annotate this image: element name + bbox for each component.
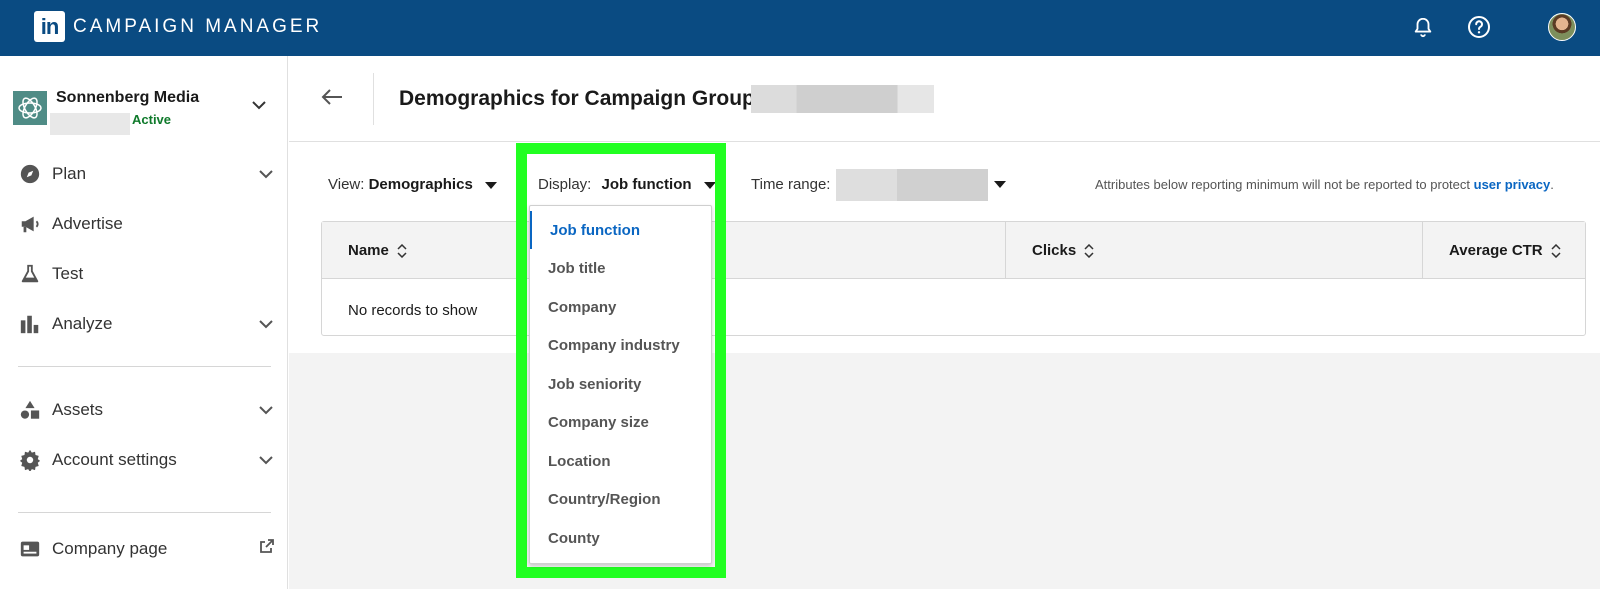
column-header-average-ctr[interactable]: Average CTR bbox=[1449, 242, 1561, 259]
external-link-icon[interactable] bbox=[260, 539, 274, 558]
sidebar-item-test[interactable]: Test bbox=[18, 258, 274, 290]
dropdown-option-company-industry[interactable]: Company industry bbox=[530, 326, 711, 364]
sidebar: Sonnenberg Media Active Plan Advertise T… bbox=[0, 56, 288, 589]
empty-state-text: No records to show bbox=[348, 302, 478, 319]
header-divider bbox=[373, 73, 374, 125]
app-title: CAMPAIGN MANAGER bbox=[73, 16, 323, 37]
time-range-selector[interactable] bbox=[836, 169, 988, 201]
column-header-name[interactable]: Name bbox=[348, 242, 407, 259]
view-label: View: bbox=[328, 176, 365, 193]
table-header: Name Clicks Average CTR bbox=[322, 222, 1585, 279]
time-range-label: Time range: bbox=[751, 176, 831, 193]
column-label: Average CTR bbox=[1449, 242, 1543, 259]
dropdown-option-job-title[interactable]: Job title bbox=[530, 249, 711, 287]
display-dropdown-menu: Job function Job title Company Company i… bbox=[529, 205, 712, 564]
gear-icon bbox=[18, 448, 42, 472]
logo-text: in bbox=[40, 13, 60, 39]
dropdown-option-country-region[interactable]: Country/Region bbox=[530, 480, 711, 518]
sidebar-item-label: Assets bbox=[52, 400, 104, 419]
avatar[interactable] bbox=[1548, 13, 1576, 41]
dropdown-option-company-size[interactable]: Company size bbox=[530, 403, 711, 441]
linkedin-logo[interactable]: in bbox=[34, 11, 65, 42]
sidebar-item-analyze[interactable]: Analyze bbox=[18, 308, 274, 340]
demographics-table: Name Clicks Average CTR No records to sh… bbox=[321, 221, 1586, 336]
sidebar-item-plan[interactable]: Plan bbox=[18, 158, 274, 190]
bell-icon[interactable] bbox=[1410, 14, 1436, 40]
page-title: Demographics for Campaign Group: bbox=[399, 87, 762, 110]
sidebar-item-label: Account settings bbox=[52, 450, 177, 469]
user-privacy-link[interactable]: user privacy bbox=[1474, 177, 1551, 192]
account-status: Active bbox=[132, 112, 172, 127]
top-bar: in CAMPAIGN MANAGER bbox=[0, 0, 1600, 56]
account-id-redacted bbox=[50, 113, 130, 135]
back-button[interactable] bbox=[317, 82, 347, 112]
chevron-down-icon[interactable] bbox=[258, 402, 274, 420]
sidebar-item-advertise[interactable]: Advertise bbox=[18, 208, 274, 240]
sidebar-item-label: Company page bbox=[52, 539, 168, 558]
column-header-clicks[interactable]: Clicks bbox=[1032, 242, 1094, 259]
account-logo bbox=[13, 91, 47, 125]
sidebar-item-label: Plan bbox=[52, 164, 87, 183]
sort-icon bbox=[1551, 244, 1561, 259]
view-selector[interactable]: View: Demographics bbox=[328, 176, 497, 193]
company-page-icon bbox=[18, 537, 42, 561]
flask-icon bbox=[18, 262, 42, 286]
content-background bbox=[289, 353, 1600, 589]
page-header: Demographics for Campaign Group: bbox=[289, 56, 1600, 142]
column-label: Clicks bbox=[1032, 242, 1077, 259]
help-icon[interactable] bbox=[1466, 14, 1492, 40]
caret-down-icon[interactable] bbox=[994, 181, 1006, 188]
dropdown-option-location[interactable]: Location bbox=[530, 442, 711, 480]
arrow-left-icon bbox=[321, 89, 342, 105]
period: . bbox=[1550, 177, 1554, 192]
dropdown-option-job-function[interactable]: Job function bbox=[530, 211, 711, 249]
chevron-down-icon[interactable] bbox=[258, 316, 274, 334]
dropdown-option-company[interactable]: Company bbox=[530, 288, 711, 326]
compass-icon bbox=[18, 162, 42, 186]
sort-icon bbox=[1084, 244, 1094, 259]
column-divider bbox=[1005, 222, 1006, 279]
campaign-group-name-redacted bbox=[751, 85, 934, 113]
bar-chart-icon bbox=[18, 312, 42, 336]
column-label: Name bbox=[348, 242, 389, 259]
sort-icon bbox=[397, 244, 407, 259]
megaphone-icon bbox=[18, 212, 42, 236]
view-value: Demographics bbox=[368, 176, 473, 193]
sidebar-item-company-page[interactable]: Company page bbox=[18, 533, 274, 565]
chevron-down-icon[interactable] bbox=[258, 166, 274, 184]
account-name[interactable]: Sonnenberg Media bbox=[56, 89, 199, 107]
sidebar-divider bbox=[18, 366, 271, 367]
sidebar-item-account-settings[interactable]: Account settings bbox=[18, 444, 274, 476]
sidebar-item-label: Advertise bbox=[52, 214, 123, 233]
sidebar-item-assets[interactable]: Assets bbox=[18, 394, 274, 426]
dropdown-option-job-seniority[interactable]: Job seniority bbox=[530, 365, 711, 403]
sidebar-item-label: Analyze bbox=[52, 314, 113, 333]
shapes-icon bbox=[18, 398, 42, 422]
caret-down-icon bbox=[484, 181, 497, 189]
column-divider bbox=[1422, 222, 1423, 279]
sidebar-item-label: Test bbox=[52, 264, 84, 283]
filter-bar: View: Demographics Display: Job function… bbox=[289, 143, 1600, 203]
chevron-down-icon[interactable] bbox=[251, 97, 267, 115]
dropdown-option-county[interactable]: County bbox=[530, 519, 711, 557]
privacy-text: Attributes below reporting minimum will … bbox=[1095, 177, 1471, 192]
chevron-down-icon[interactable] bbox=[258, 452, 274, 470]
privacy-notice: Attributes below reporting minimum will … bbox=[1095, 177, 1554, 192]
sidebar-divider bbox=[18, 512, 271, 513]
